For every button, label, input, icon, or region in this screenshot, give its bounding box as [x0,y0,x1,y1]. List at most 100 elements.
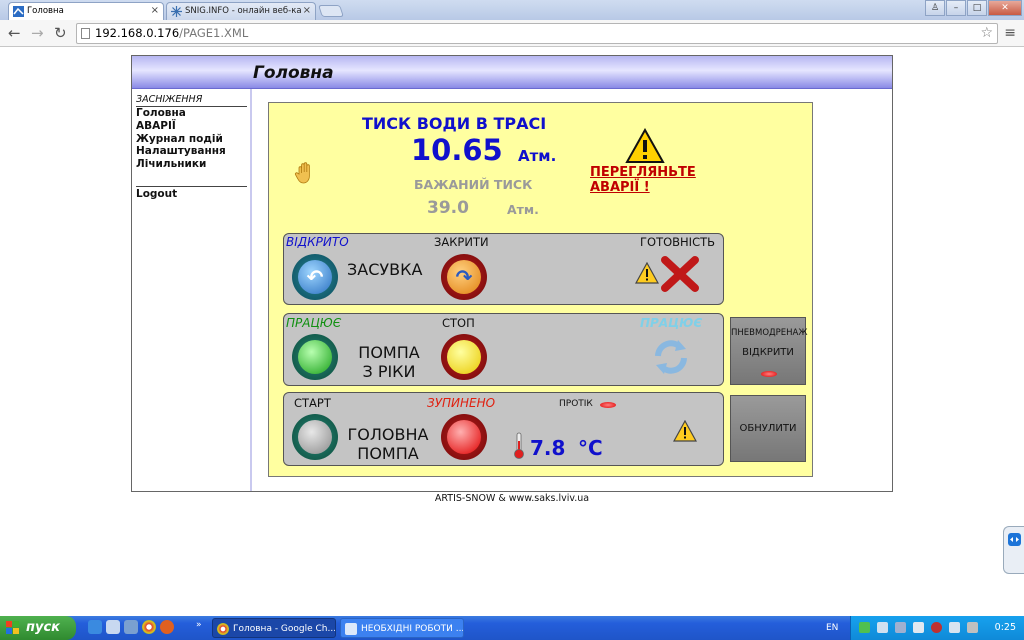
reload-icon[interactable]: ↻ [54,24,67,42]
page-footer: ARTIS-SNOW & www.saks.lviv.ua [434,493,590,504]
forward-arrow-icon[interactable]: → [31,24,44,42]
sidebar-item-event-log[interactable]: Журнал подій [136,133,247,146]
valve-row: ВІДКРИТО ЗАКРИТИ ГОТОВНІСТЬ ↶ ЗАСУВКА ↷ [283,233,724,305]
maximize-icon[interactable]: □ [967,0,987,16]
thermometer-icon [514,432,524,459]
main-pump-name: ГОЛОВНА ПОМПА [342,425,434,463]
river-pump-start-button[interactable] [292,334,338,380]
valve-close-label: ЗАКРИТИ [434,235,489,249]
close-tab-icon[interactable]: × [151,3,159,19]
close-window-icon[interactable]: ✕ [988,0,1022,16]
sidebar-item-settings[interactable]: Налаштування [136,145,247,158]
main-pump-start-button[interactable] [292,414,338,460]
explorer-quicklaunch-icon[interactable] [124,620,138,634]
desired-pressure-unit: Атм. [507,202,539,217]
chrome-quicklaunch-icon[interactable] [142,620,156,634]
back-arrow-icon[interactable]: ← [8,24,21,42]
bookmark-star-icon[interactable]: ☆ [980,24,993,43]
close-tab-icon[interactable]: × [303,3,311,19]
pressure-unit: Атм. [518,147,557,165]
start-button[interactable]: пуск [0,616,76,640]
pneumodrain-title: ПНЕВМОДРЕНАЖ [731,328,808,338]
main-pump-row: СТАРТ ЗУПИНЕНО ПРОТІК ГОЛОВНА ПОМПА 7.8 … [283,392,724,466]
flow-indicator-led [600,402,616,408]
sidebar-menu: ЗАСНІЖЕННЯ Головна АВАРІЇ Журнал подій Н… [136,94,247,201]
pressure-title: ТИСК ВОДИ В ТРАСІ [362,114,547,133]
river-pump-name: ПОМПА З РІКИ [354,343,424,381]
view-alarms-link[interactable]: ПЕРЕГЛЯНЬТЕ АВАРІЇ ! [590,165,696,195]
url-host: 192.168.0.176 [95,26,180,40]
new-tab-button[interactable] [318,5,344,17]
system-tray: 0:25 [850,616,1024,640]
main-pump-name-line1: ГОЛОВНА [347,425,429,444]
main-pump-status: ЗУПИНЕНО [427,396,496,410]
tray-network-icon[interactable] [877,622,888,633]
tray-alert-icon[interactable] [931,622,942,633]
browser-menu-icon[interactable]: ≡ [1004,25,1016,41]
redo-arrow-icon: ↷ [455,265,473,289]
scada-panel: ТИСК ВОДИ В ТРАСІ 10.65 Атм. БАЖАНИЙ ТИС… [268,102,813,477]
page-icon [81,28,90,39]
main-pump-start-label: СТАРТ [294,396,331,410]
river-pump-status: ПРАЦЮЄ [286,316,342,330]
page-title: Головна [253,63,334,83]
ie-quicklaunch-icon[interactable] [88,620,102,634]
url-path: /PAGE1.XML [179,26,249,40]
tab-title: SNIG.INFO - онлайн веб-ка [185,6,302,16]
taskbar-clock: 0:25 [994,622,1016,633]
pressure-value: 10.65 [411,133,503,167]
logout-link[interactable]: Logout [136,188,247,201]
teamviewer-tab[interactable] [1003,526,1024,574]
snowflake-favicon-icon [171,6,182,17]
document-icon [345,623,357,635]
valve-status: ВІДКРИТО [286,235,349,249]
main-pump-stop-button[interactable] [441,414,487,460]
language-indicator[interactable]: EN [826,616,838,640]
desired-pressure-value: 39.0 [427,198,469,218]
river-pump-stop-label: СТОП [442,316,475,330]
sidebar-divider [136,185,247,187]
valve-name: ЗАСУВКА [347,260,423,279]
sidebar-item-alarms[interactable]: АВАРІЇ [136,120,247,133]
refresh-cycle-icon [655,340,687,374]
tray-monitor-icon[interactable] [895,622,906,633]
windows-taskbar: пуск » Головна - Google Ch... НЕОБХІДНІ … [0,616,1024,640]
temperature-unit: °C [578,436,603,460]
teamviewer-icon [1008,533,1021,546]
flow-label: ПРОТІК [559,399,593,409]
valve-open-button[interactable]: ↶ [292,254,338,300]
reset-label: ОБНУЛИТИ [739,423,797,434]
tray-security-icon[interactable] [913,622,924,633]
pneumodrain-button[interactable]: ПНЕВМОДРЕНАЖ ВІДКРИТИ [730,317,808,385]
minimize-icon[interactable]: – [946,0,966,16]
desktop-quicklaunch-icon[interactable] [106,620,120,634]
warning-small-icon [635,262,659,284]
tray-volume-icon[interactable] [967,622,978,633]
start-label: пуск [26,620,60,635]
river-pump-stop-button[interactable] [441,334,487,380]
address-bar[interactable]: 192.168.0.176/PAGE1.XML ☆ [76,23,998,44]
quicklaunch-more-icon[interactable]: » [196,620,202,630]
taskbar-item-document[interactable]: НЕОБХІДНІ РОБОТИ ... [340,618,464,638]
app-quicklaunch-icon[interactable] [160,620,174,634]
tray-remote-icon[interactable] [949,622,960,633]
sidebar-item-counters[interactable]: Лічильники [136,158,247,171]
valve-close-button[interactable]: ↷ [441,254,487,300]
taskbar-item-label: НЕОБХІДНІ РОБОТИ ... [361,624,464,634]
ready-label: ГОТОВНІСТЬ [640,235,716,249]
reset-button[interactable]: ОБНУЛИТИ [730,395,806,462]
tab-golovna[interactable]: Головна × [8,2,164,20]
taskbar-item-label: Головна - Google Ch... [233,624,336,634]
sidebar: ЗАСНІЖЕННЯ Головна АВАРІЇ Журнал подій Н… [132,89,252,491]
taskbar-item-chrome[interactable]: Головна - Google Ch... [212,618,336,638]
tab-title: Головна [27,6,64,16]
pneumodrain-led [761,371,777,377]
alarm-link-line2: АВАРІЇ ! [590,180,650,195]
main-pump-temperature: 7.8 [530,436,566,460]
not-ready-cross-icon [661,256,699,292]
user-icon[interactable]: ♙ [925,0,945,16]
sidebar-item-golovna[interactable]: Головна [136,107,247,120]
tab-snig-info[interactable]: SNIG.INFO - онлайн веб-ка × [166,2,316,20]
warning-triangle-icon [625,128,665,163]
tray-app-icon[interactable] [859,622,870,633]
